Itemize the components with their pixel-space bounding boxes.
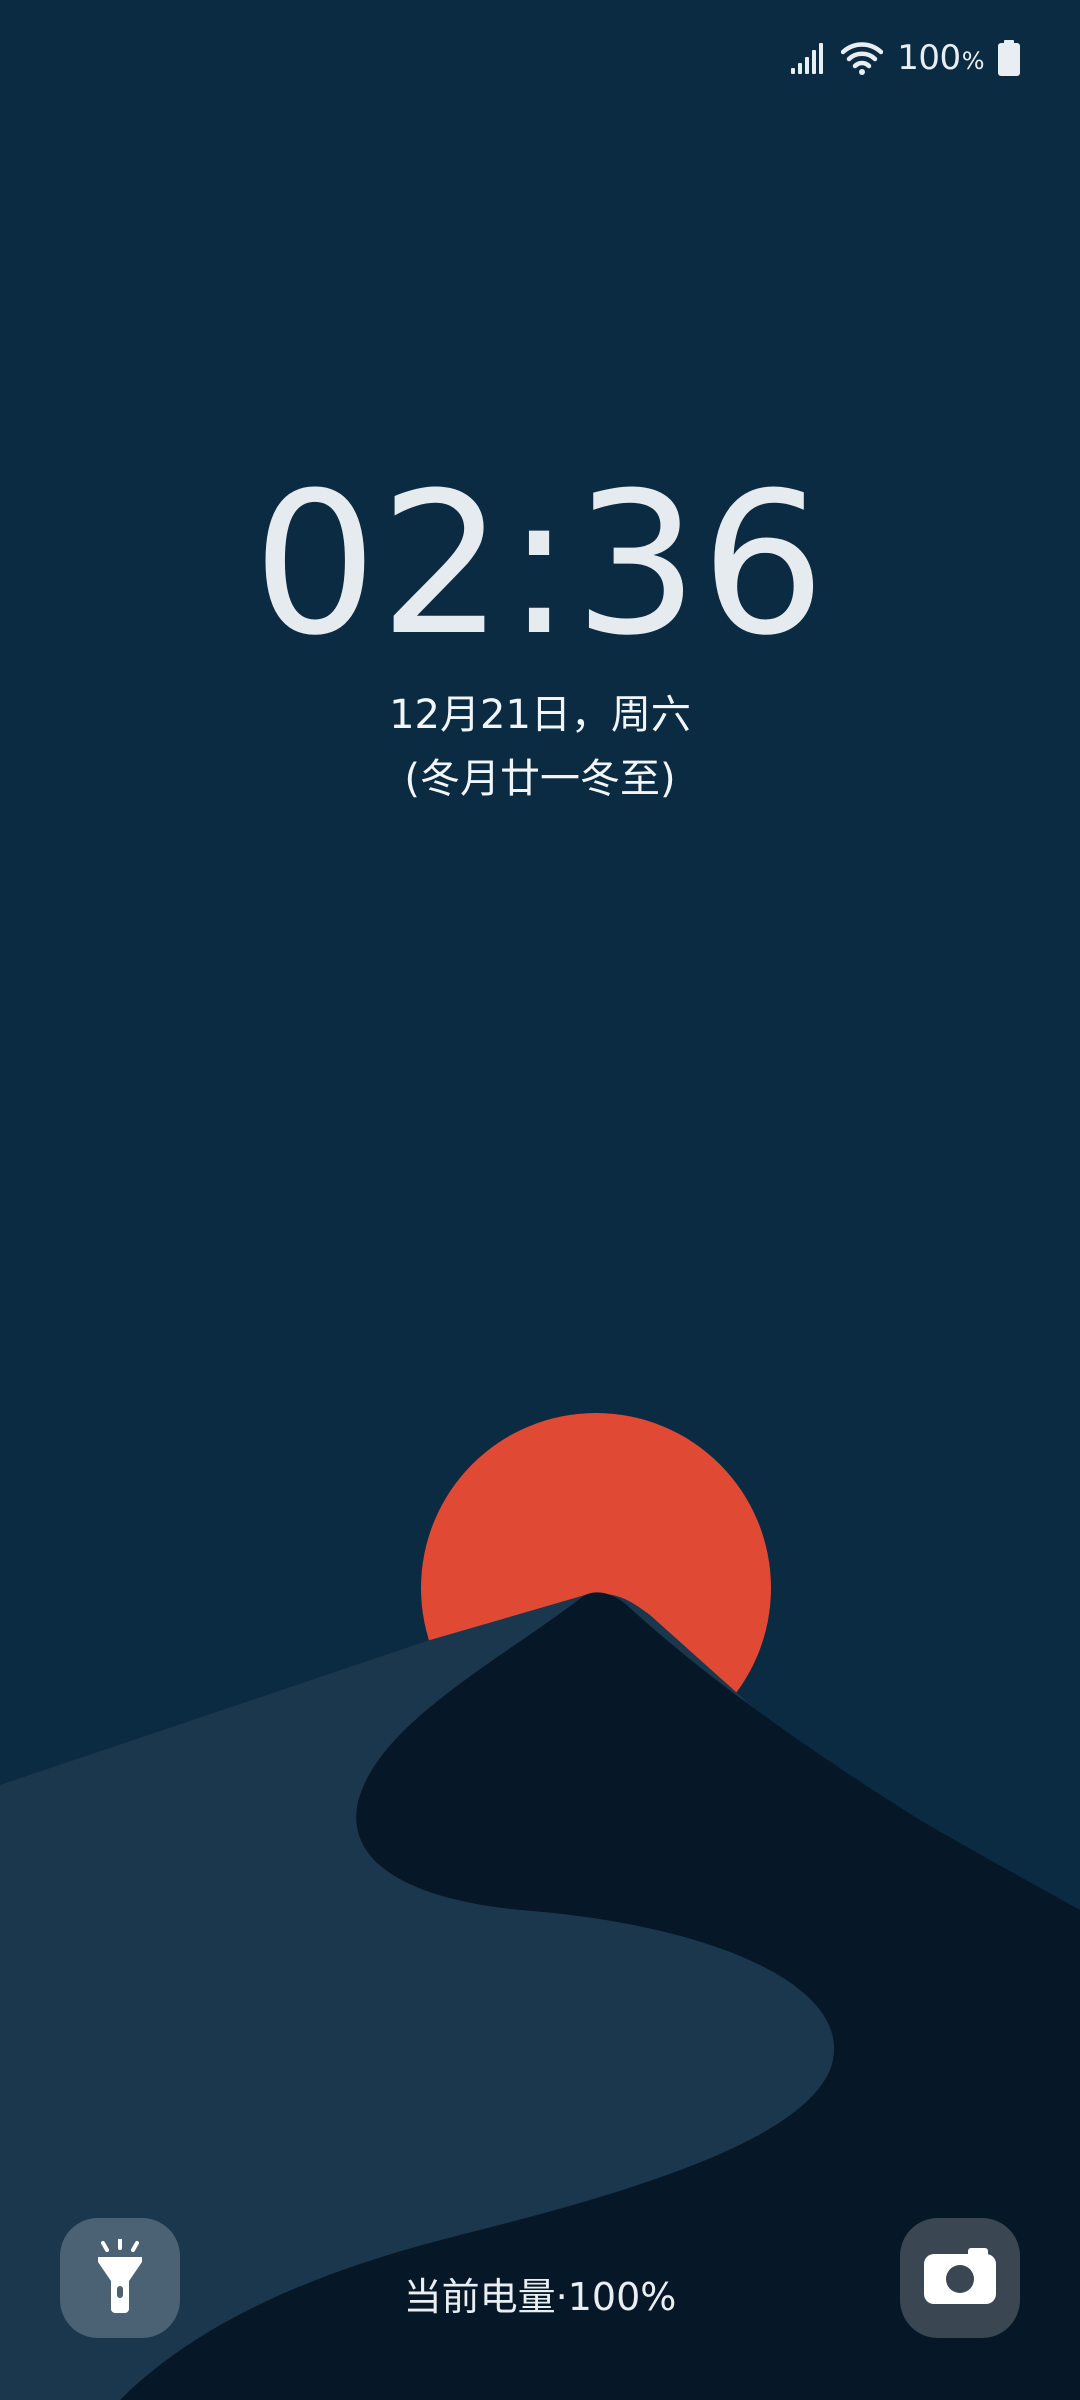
battery-percent-text: 100% bbox=[897, 38, 984, 78]
camera-icon bbox=[924, 2248, 996, 2308]
cellular-signal-icon bbox=[791, 42, 827, 74]
status-bar: 100% bbox=[791, 34, 1020, 82]
battery-full-icon bbox=[998, 40, 1020, 76]
camera-button[interactable] bbox=[900, 2218, 1020, 2338]
wifi-icon bbox=[841, 41, 884, 75]
lockscreen-clock: 02:36 12月21日，周六 (冬月廿一冬至) bbox=[0, 455, 1080, 811]
clock-lunar-date: (冬月廿一冬至) bbox=[404, 756, 676, 802]
clock-time: 02:36 bbox=[252, 451, 828, 679]
battery-unit: % bbox=[961, 47, 985, 75]
clock-date: 12月21日，周六 bbox=[389, 692, 691, 738]
wallpaper bbox=[0, 0, 1080, 2400]
battery-level: 100 bbox=[897, 38, 961, 78]
